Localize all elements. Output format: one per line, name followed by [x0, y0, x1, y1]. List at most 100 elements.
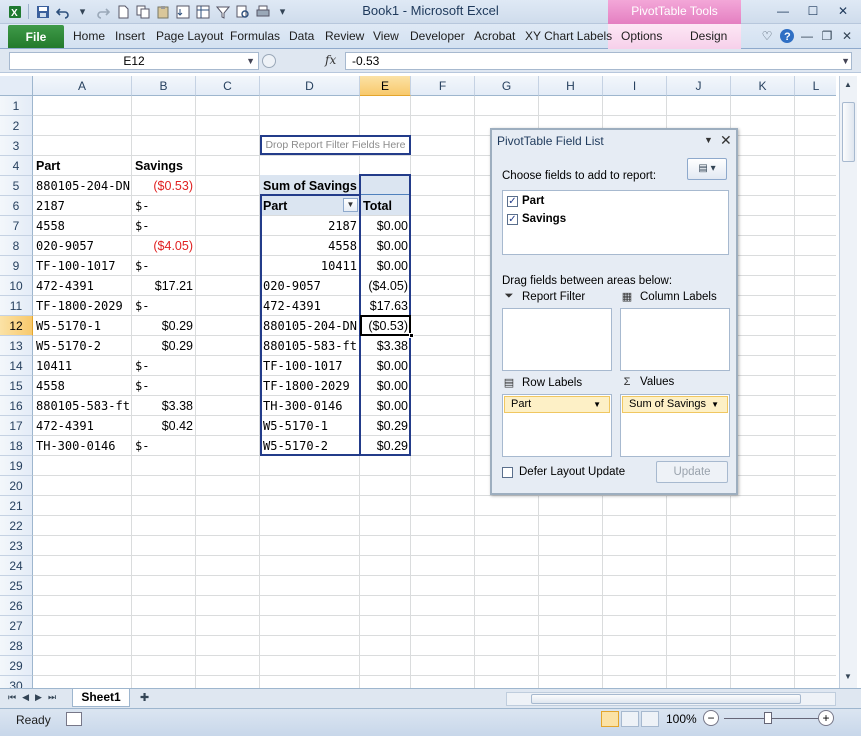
- print-preview-icon[interactable]: [234, 3, 251, 20]
- row-header-26[interactable]: 26: [0, 596, 33, 616]
- checkbox-checked-icon[interactable]: ✓: [507, 195, 518, 207]
- row-header-19[interactable]: 19: [0, 456, 33, 476]
- column-header-k[interactable]: K: [731, 76, 795, 96]
- macro-record-icon[interactable]: [66, 712, 82, 726]
- page-layout-view-icon[interactable]: [621, 711, 639, 727]
- column-header-g[interactable]: G: [475, 76, 539, 96]
- row-header-15[interactable]: 15: [0, 376, 33, 396]
- row-header-6[interactable]: 6: [0, 196, 33, 216]
- zoom-slider-thumb[interactable]: [764, 712, 772, 724]
- help-icon[interactable]: ?: [779, 28, 795, 44]
- report-filter-drop-area[interactable]: [502, 308, 612, 371]
- vertical-scroll-thumb[interactable]: [842, 102, 855, 162]
- last-sheet-icon[interactable]: ⏭: [48, 692, 56, 703]
- sort-icon[interactable]: [174, 3, 191, 20]
- field-part[interactable]: ✓ Part: [507, 193, 544, 209]
- row-header-2[interactable]: 2: [0, 116, 33, 136]
- cell-part[interactable]: 880105-583-ft: [33, 396, 132, 416]
- row-header-25[interactable]: 25: [0, 576, 33, 596]
- next-sheet-icon[interactable]: ▶: [35, 692, 42, 703]
- defer-layout-update[interactable]: Defer Layout Update: [502, 466, 625, 478]
- tab-file[interactable]: File: [8, 25, 64, 48]
- header-part[interactable]: Part: [33, 156, 132, 176]
- column-header-e[interactable]: E: [360, 76, 411, 96]
- pivot-row-label[interactable]: 020-9057: [260, 276, 360, 296]
- row-header-7[interactable]: 7: [0, 216, 33, 236]
- pivot-row-label[interactable]: W5-5170-1: [260, 416, 360, 436]
- tab-design[interactable]: Design: [690, 29, 727, 43]
- pivot-total-value[interactable]: $0.00: [360, 396, 411, 416]
- field-savings[interactable]: ✓ Savings: [507, 211, 566, 227]
- print-icon[interactable]: [254, 3, 271, 20]
- cell-savings[interactable]: $0.42: [132, 416, 196, 436]
- cell-savings[interactable]: $-: [132, 356, 196, 376]
- scroll-up-icon[interactable]: ▲: [844, 80, 852, 89]
- checkbox-checked-icon[interactable]: ✓: [507, 213, 518, 225]
- vertical-scrollbar[interactable]: ▲ ▼: [839, 76, 857, 688]
- pivot-total-value[interactable]: ($4.05): [360, 276, 411, 296]
- minimize-icon[interactable]: —: [769, 2, 797, 20]
- undo-dropdown-icon[interactable]: ▾: [74, 3, 91, 20]
- pivot-row-label[interactable]: TH-300-0146: [260, 396, 360, 416]
- header-savings[interactable]: Savings: [132, 156, 196, 176]
- cell-savings[interactable]: $-: [132, 256, 196, 276]
- row-label-item-part[interactable]: Part ▼: [504, 396, 610, 413]
- pivot-total-value[interactable]: $0.00: [360, 216, 411, 236]
- tab-data[interactable]: Data: [289, 29, 314, 43]
- row-header-30[interactable]: 30: [0, 676, 33, 688]
- zoom-slider-track[interactable]: [724, 718, 820, 719]
- cell-savings[interactable]: $0.29: [132, 316, 196, 336]
- workbook-close-icon[interactable]: ✕: [839, 28, 855, 44]
- column-labels-drop-area[interactable]: [620, 308, 730, 371]
- row-header-5[interactable]: 5: [0, 176, 33, 196]
- expand-formula-bar-icon[interactable]: ▼: [841, 53, 850, 69]
- save-icon[interactable]: [34, 3, 51, 20]
- column-header-a[interactable]: A: [33, 76, 132, 96]
- field-list-options-icon[interactable]: ▼: [704, 135, 713, 145]
- pivot-row-label[interactable]: 10411: [260, 256, 360, 276]
- column-header-j[interactable]: J: [667, 76, 731, 96]
- pivot-total-value[interactable]: $0.00: [360, 256, 411, 276]
- filter-icon[interactable]: [214, 3, 231, 20]
- minimize-ribbon-icon[interactable]: ♡: [759, 28, 775, 44]
- row-header-13[interactable]: 13: [0, 336, 33, 356]
- customize-toolbar-icon[interactable]: ▾: [274, 3, 291, 20]
- formula-input[interactable]: -0.53 ▼: [345, 52, 852, 70]
- cell-part[interactable]: W5-5170-2: [33, 336, 132, 356]
- row-header-18[interactable]: 18: [0, 436, 33, 456]
- tab-acrobat[interactable]: Acrobat: [474, 29, 515, 43]
- tab-sheet1[interactable]: Sheet1: [72, 689, 130, 707]
- pivot-report-filter-drop-zone[interactable]: Drop Report Filter Fields Here: [260, 135, 411, 155]
- close-icon[interactable]: ✕: [829, 2, 857, 20]
- column-header-h[interactable]: H: [539, 76, 603, 96]
- cell-part[interactable]: 4558: [33, 376, 132, 396]
- tab-developer[interactable]: Developer: [410, 29, 465, 43]
- cell-savings[interactable]: $17.21: [132, 276, 196, 296]
- pivot-total-value[interactable]: $0.00: [360, 376, 411, 396]
- row-header-10[interactable]: 10: [0, 276, 33, 296]
- column-header-f[interactable]: F: [411, 76, 475, 96]
- horizontal-scroll-thumb[interactable]: [531, 694, 801, 704]
- cell-part[interactable]: 472-4391: [33, 416, 132, 436]
- tab-home[interactable]: Home: [73, 29, 105, 43]
- pivot-row-label[interactable]: 2187: [260, 216, 360, 236]
- row-header-17[interactable]: 17: [0, 416, 33, 436]
- row-header-12[interactable]: 12: [0, 316, 33, 336]
- new-document-icon[interactable]: [114, 3, 131, 20]
- row-header-9[interactable]: 9: [0, 256, 33, 276]
- insert-function-icon[interactable]: fx: [325, 53, 336, 67]
- row-header-28[interactable]: 28: [0, 636, 33, 656]
- row-header-14[interactable]: 14: [0, 356, 33, 376]
- redo-icon[interactable]: [94, 3, 111, 20]
- pivot-total-value[interactable]: $0.29: [360, 416, 411, 436]
- row-header-22[interactable]: 22: [0, 516, 33, 536]
- pivot-total-value[interactable]: $0.00: [360, 356, 411, 376]
- pivot-total-value[interactable]: $0.00: [360, 236, 411, 256]
- zoom-out-icon[interactable]: −: [703, 710, 719, 726]
- pivot-row-label[interactable]: TF-100-1017: [260, 356, 360, 376]
- cell-part[interactable]: 2187: [33, 196, 132, 216]
- values-drop-area[interactable]: Sum of Savings ▼: [620, 394, 730, 457]
- pivot-row-header[interactable]: Part: [260, 196, 344, 216]
- row-header-23[interactable]: 23: [0, 536, 33, 556]
- pivot-total-value[interactable]: $3.38: [360, 336, 411, 356]
